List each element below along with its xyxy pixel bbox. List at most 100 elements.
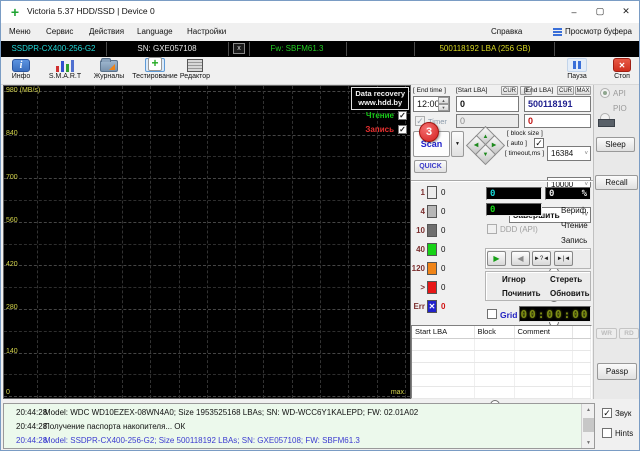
menu-item-settings[interactable]: Настройки bbox=[187, 27, 226, 36]
watermark: Data recovery www.hdd.by bbox=[351, 87, 409, 110]
latency-block-4 bbox=[427, 205, 437, 218]
scan-dropdown-button[interactable]: ▼ bbox=[451, 131, 464, 157]
block-size-select[interactable]: 16384 ˅ bbox=[547, 146, 591, 161]
latency-label: Err bbox=[413, 302, 425, 311]
seek-end-button[interactable]: ►|◄ bbox=[554, 251, 573, 266]
scroll-thumb[interactable] bbox=[583, 418, 594, 432]
erase-label: Стереть bbox=[550, 275, 583, 284]
info-button[interactable]: i Инфо bbox=[5, 58, 37, 84]
stop-button[interactable]: ✕ Стоп bbox=[606, 58, 638, 84]
spin-up-icon[interactable]: ▲ bbox=[438, 97, 449, 104]
write-checkbox[interactable]: ✓ bbox=[398, 125, 407, 134]
journals-button[interactable]: Журналы bbox=[87, 58, 131, 84]
legend-read: Чтение ✓ bbox=[365, 110, 407, 120]
read-checkbox[interactable]: ✓ bbox=[398, 111, 407, 120]
editor-button[interactable]: Редактор bbox=[173, 58, 217, 84]
divider bbox=[554, 42, 555, 56]
grid-label: Grid bbox=[500, 310, 518, 320]
latency-label: > bbox=[420, 283, 425, 292]
lba-display: 0 bbox=[486, 187, 542, 200]
pause-button[interactable]: Пауза bbox=[561, 58, 593, 84]
log-scrollbar[interactable]: ▲ ▼ bbox=[581, 404, 594, 448]
latency-count: 0 bbox=[441, 226, 446, 235]
side-column: API PIO Sleep Recall WR RD Passp bbox=[593, 85, 639, 399]
infobar-close-button[interactable]: x bbox=[233, 43, 245, 54]
dpad: ▲ ◀ ▶ ▼ bbox=[465, 125, 506, 166]
grid-checkbox[interactable] bbox=[487, 309, 497, 319]
latency-count: 0 bbox=[441, 283, 446, 292]
drive-model: SSDPR-CX400-256-G2 bbox=[11, 44, 96, 53]
max-label: max. bbox=[390, 389, 406, 396]
drive-serial: SN: GXE057108 bbox=[137, 44, 197, 53]
sound-checkbox[interactable]: ✓ bbox=[602, 408, 612, 418]
activity-led bbox=[598, 119, 615, 127]
folder-icon bbox=[100, 58, 118, 72]
write-label: Запись bbox=[561, 236, 588, 245]
defect-table[interactable]: Start LBA Block Comment bbox=[411, 325, 592, 399]
sleep-button[interactable]: Sleep bbox=[596, 137, 635, 152]
recall-button[interactable]: Recall bbox=[595, 175, 638, 190]
menu-item-help[interactable]: Справка bbox=[491, 27, 522, 36]
latency-count: 0 bbox=[441, 264, 446, 273]
test-control-panel: [ End time ] [Start LBA] CUR 0 [End LBA]… bbox=[411, 85, 593, 420]
smart-button[interactable]: S.M.A.R.T bbox=[43, 58, 87, 84]
menu-item-actions[interactable]: Действия bbox=[89, 27, 124, 36]
sector-grid-icon bbox=[187, 59, 203, 72]
pause-icon bbox=[567, 58, 587, 72]
back-button[interactable]: ◀ bbox=[511, 251, 530, 266]
latency-label: 10 bbox=[416, 226, 425, 235]
close-icon[interactable]: ✕ bbox=[613, 1, 639, 22]
menu-item-buffer-view[interactable]: Просмотр буфера bbox=[565, 27, 632, 36]
end-lba-input[interactable]: 500118191 bbox=[524, 96, 591, 112]
wr-button: WR bbox=[596, 328, 617, 339]
ddd-checkbox[interactable] bbox=[487, 224, 497, 234]
pio-label: PIO bbox=[613, 104, 627, 113]
col-start-lba: Start LBA bbox=[412, 326, 475, 339]
auto-checkbox[interactable]: ✓ bbox=[534, 138, 544, 148]
scroll-up-icon[interactable]: ▲ bbox=[582, 404, 594, 415]
buffer-view-icon bbox=[553, 28, 562, 37]
end-lba-max-button[interactable]: MAX bbox=[575, 86, 591, 95]
menu-item-menu[interactable]: Меню bbox=[9, 27, 31, 36]
table-row[interactable] bbox=[412, 374, 591, 387]
passport-button[interactable]: Passp bbox=[597, 363, 637, 380]
seek-question-button[interactable]: ►?◄ bbox=[532, 251, 551, 266]
smart-chart-icon bbox=[55, 58, 75, 72]
end-lba-cur-button[interactable]: CUR bbox=[557, 86, 574, 95]
table-row[interactable] bbox=[412, 362, 591, 375]
maximize-icon[interactable]: ▢ bbox=[587, 1, 613, 22]
spin-down-icon[interactable]: ▼ bbox=[438, 104, 449, 111]
divider bbox=[228, 42, 229, 56]
start-lba-cur-button[interactable]: CUR bbox=[501, 86, 518, 95]
title-bar: + Victoria 5.37 HDD/SSD | Device 0 – ▢ ✕ bbox=[1, 1, 639, 23]
table-row[interactable] bbox=[412, 386, 591, 399]
latency-block-120 bbox=[427, 262, 437, 275]
sound-label: Звук bbox=[615, 409, 632, 418]
latency-label: 4 bbox=[420, 207, 425, 216]
end-lba-label: [End LBA] bbox=[524, 87, 554, 94]
scale-label: 0 bbox=[6, 389, 10, 396]
info-icon: i bbox=[12, 59, 30, 72]
current-lba-field: 0 bbox=[456, 114, 519, 128]
start-test-button[interactable]: ▶ bbox=[487, 251, 506, 266]
hints-checkbox[interactable] bbox=[602, 428, 612, 438]
divider bbox=[411, 180, 593, 182]
start-lba-label: [Start LBA] bbox=[456, 87, 488, 94]
menu-item-language[interactable]: Language bbox=[137, 27, 173, 36]
scale-label: 840 bbox=[6, 130, 18, 137]
scroll-down-icon[interactable]: ▼ bbox=[582, 437, 594, 448]
end-time-input[interactable]: 12:00 ▲ ▼ bbox=[413, 96, 450, 112]
table-row[interactable] bbox=[412, 350, 591, 363]
victoria-window: + Victoria 5.37 HDD/SSD | Device 0 – ▢ ✕… bbox=[0, 0, 640, 451]
quick-button[interactable]: QUICK bbox=[414, 160, 447, 173]
menu-item-service[interactable]: Сервис bbox=[46, 27, 73, 36]
api-radio[interactable] bbox=[600, 88, 610, 98]
scale-label: 140 bbox=[6, 348, 18, 355]
table-row[interactable] bbox=[412, 338, 591, 351]
latency-count: 0 bbox=[441, 188, 446, 197]
read-label: Чтение bbox=[561, 221, 588, 230]
minimize-icon[interactable]: – bbox=[561, 1, 587, 22]
speed-display: 0 bbox=[486, 203, 542, 216]
drive-firmware: Fw: SBFM61.3 bbox=[270, 44, 324, 53]
start-lba-input[interactable]: 0 bbox=[456, 96, 519, 112]
